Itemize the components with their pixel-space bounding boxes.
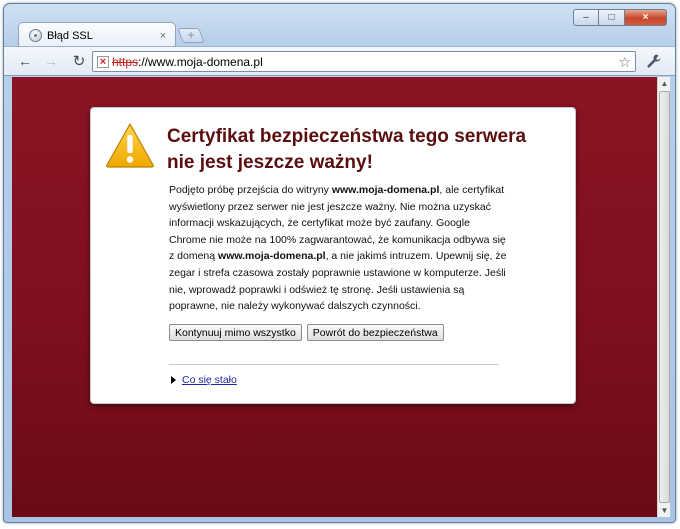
tab-ssl-error[interactable]: Błąd SSL ×: [18, 22, 176, 48]
new-tab-button[interactable]: +: [177, 28, 205, 43]
error-description: Podjęto próbę przejścia do witryny www.m…: [169, 182, 507, 315]
warning-icon: [106, 123, 154, 168]
minimize-button[interactable]: –: [573, 9, 599, 26]
page-content: Certyfikat bezpieczeństwa tego serwera n…: [12, 77, 657, 517]
wrench-icon[interactable]: [645, 53, 663, 71]
plus-icon: +: [187, 28, 195, 42]
browser-window: Błąd SSL × + – □ × ← → ↻ × https ://www.…: [3, 3, 676, 523]
window-controls: – □ ×: [573, 9, 667, 26]
vertical-scrollbar[interactable]: ▲ ▼: [657, 77, 670, 517]
action-buttons: Kontynuuj mimo wszystko Powrót do bezpie…: [169, 324, 444, 341]
body-text: Podjęto próbę przejścia do witryny: [169, 184, 332, 196]
maximize-button[interactable]: □: [599, 9, 625, 26]
scrollbar-thumb[interactable]: [659, 91, 670, 503]
url-scheme: https: [112, 54, 139, 69]
page-title: Certyfikat bezpieczeństwa tego serwera n…: [167, 126, 527, 173]
expand-triangle-icon[interactable]: [171, 376, 176, 384]
tab-close-icon[interactable]: ×: [157, 30, 169, 42]
details-toggle[interactable]: Co się stało: [171, 374, 237, 386]
star-icon[interactable]: ☆: [618, 54, 631, 71]
details-link[interactable]: Co się stało: [182, 374, 237, 386]
address-bar[interactable]: × https ://www.moja-domena.pl ☆: [92, 51, 636, 72]
ssl-error-icon[interactable]: ×: [97, 55, 109, 68]
ssl-error-card: Certyfikat bezpieczeństwa tego serwera n…: [90, 107, 576, 404]
back-to-safety-button[interactable]: Powrót do bezpieczeństwa: [306, 324, 444, 341]
back-button[interactable]: ←: [14, 50, 36, 72]
scroll-down-icon[interactable]: ▼: [658, 504, 671, 517]
globe-icon: [29, 29, 42, 42]
proceed-anyway-button[interactable]: Kontynuuj mimo wszystko: [169, 324, 302, 341]
toolbar: ← → ↻ × https ://www.moja-domena.pl ☆: [4, 46, 675, 76]
scroll-up-icon[interactable]: ▲: [658, 77, 671, 90]
forward-button[interactable]: →: [40, 50, 62, 72]
domain-name: www.moja-domena.pl: [218, 250, 326, 263]
divider: [169, 364, 499, 365]
url-host: ://www.moja-domena.pl: [138, 54, 263, 69]
domain-name: www.moja-domena.pl: [331, 184, 440, 196]
close-button[interactable]: ×: [625, 9, 667, 26]
reload-button[interactable]: ↻: [68, 50, 90, 72]
tab-strip: Błąd SSL × + – □ ×: [4, 4, 675, 48]
tab-title: Błąd SSL: [47, 29, 93, 42]
